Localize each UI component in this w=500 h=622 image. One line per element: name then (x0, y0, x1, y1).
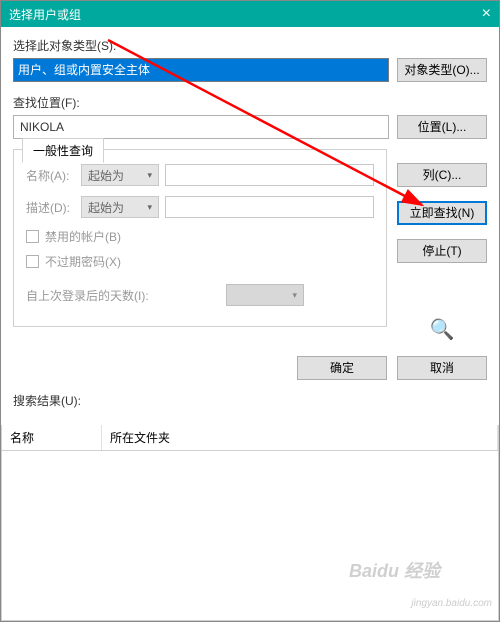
results-col-name[interactable]: 名称 (2, 425, 102, 450)
chevron-down-icon: ▾ (147, 202, 152, 213)
cancel-button[interactable]: 取消 (397, 356, 487, 380)
results-col-folder[interactable]: 所在文件夹 (102, 425, 498, 450)
ok-button[interactable]: 确定 (297, 356, 387, 380)
disabled-accounts-label: 禁用的帐户(B) (45, 228, 121, 245)
name-label: 名称(A): (26, 167, 81, 184)
results-header: 名称 所在文件夹 (1, 425, 499, 451)
lastlogin-label: 自上次登录后的天数(I): (26, 287, 226, 304)
watermark: jingyan.baidu.com (411, 598, 492, 609)
results-label: 搜索结果(U): (13, 392, 487, 409)
chevron-down-icon: ▾ (147, 170, 152, 181)
stop-button[interactable]: 停止(T) (397, 239, 487, 263)
tab-general-query[interactable]: 一般性查询 (22, 138, 104, 163)
baidu-logo: Baidu 经验 (349, 557, 440, 583)
search-icon: 🔍 (397, 317, 487, 342)
results-body[interactable] (1, 451, 499, 621)
location-button[interactable]: 位置(L)... (397, 115, 487, 139)
desc-mode-dropdown[interactable]: 起始为 ▾ (81, 196, 159, 218)
object-type-field[interactable]: 用户、组或内置安全主体 (13, 58, 389, 82)
lastlogin-dropdown[interactable]: ▾ (226, 284, 304, 306)
window-title: 选择用户或组 (9, 6, 81, 23)
desc-label: 描述(D): (26, 199, 81, 216)
never-expire-label: 不过期密码(X) (45, 253, 121, 270)
desc-mode-value: 起始为 (88, 199, 124, 216)
titlebar: 选择用户或组 × (1, 1, 499, 27)
location-field[interactable]: NIKOLA (13, 115, 389, 139)
never-expire-checkbox[interactable] (26, 255, 39, 268)
chevron-down-icon: ▾ (292, 290, 297, 301)
columns-button[interactable]: 列(C)... (397, 163, 487, 187)
name-input[interactable] (165, 164, 374, 186)
object-type-label: 选择此对象类型(S): (13, 37, 487, 54)
name-mode-value: 起始为 (88, 167, 124, 184)
object-type-button[interactable]: 对象类型(O)... (397, 58, 487, 82)
find-now-button[interactable]: 立即查找(N) (397, 201, 487, 225)
dialog-body: 选择此对象类型(S): 用户、组或内置安全主体 对象类型(O)... 查找位置(… (1, 27, 499, 423)
close-icon[interactable]: × (482, 5, 491, 23)
query-tabbox: 一般性查询 名称(A): 起始为 ▾ 描述(D): 起始为 ▾ (13, 149, 387, 327)
dialog-window: 选择用户或组 × 选择此对象类型(S): 用户、组或内置安全主体 对象类型(O)… (0, 0, 500, 622)
disabled-accounts-checkbox[interactable] (26, 230, 39, 243)
name-mode-dropdown[interactable]: 起始为 ▾ (81, 164, 159, 186)
location-label: 查找位置(F): (13, 94, 487, 111)
desc-input[interactable] (165, 196, 374, 218)
